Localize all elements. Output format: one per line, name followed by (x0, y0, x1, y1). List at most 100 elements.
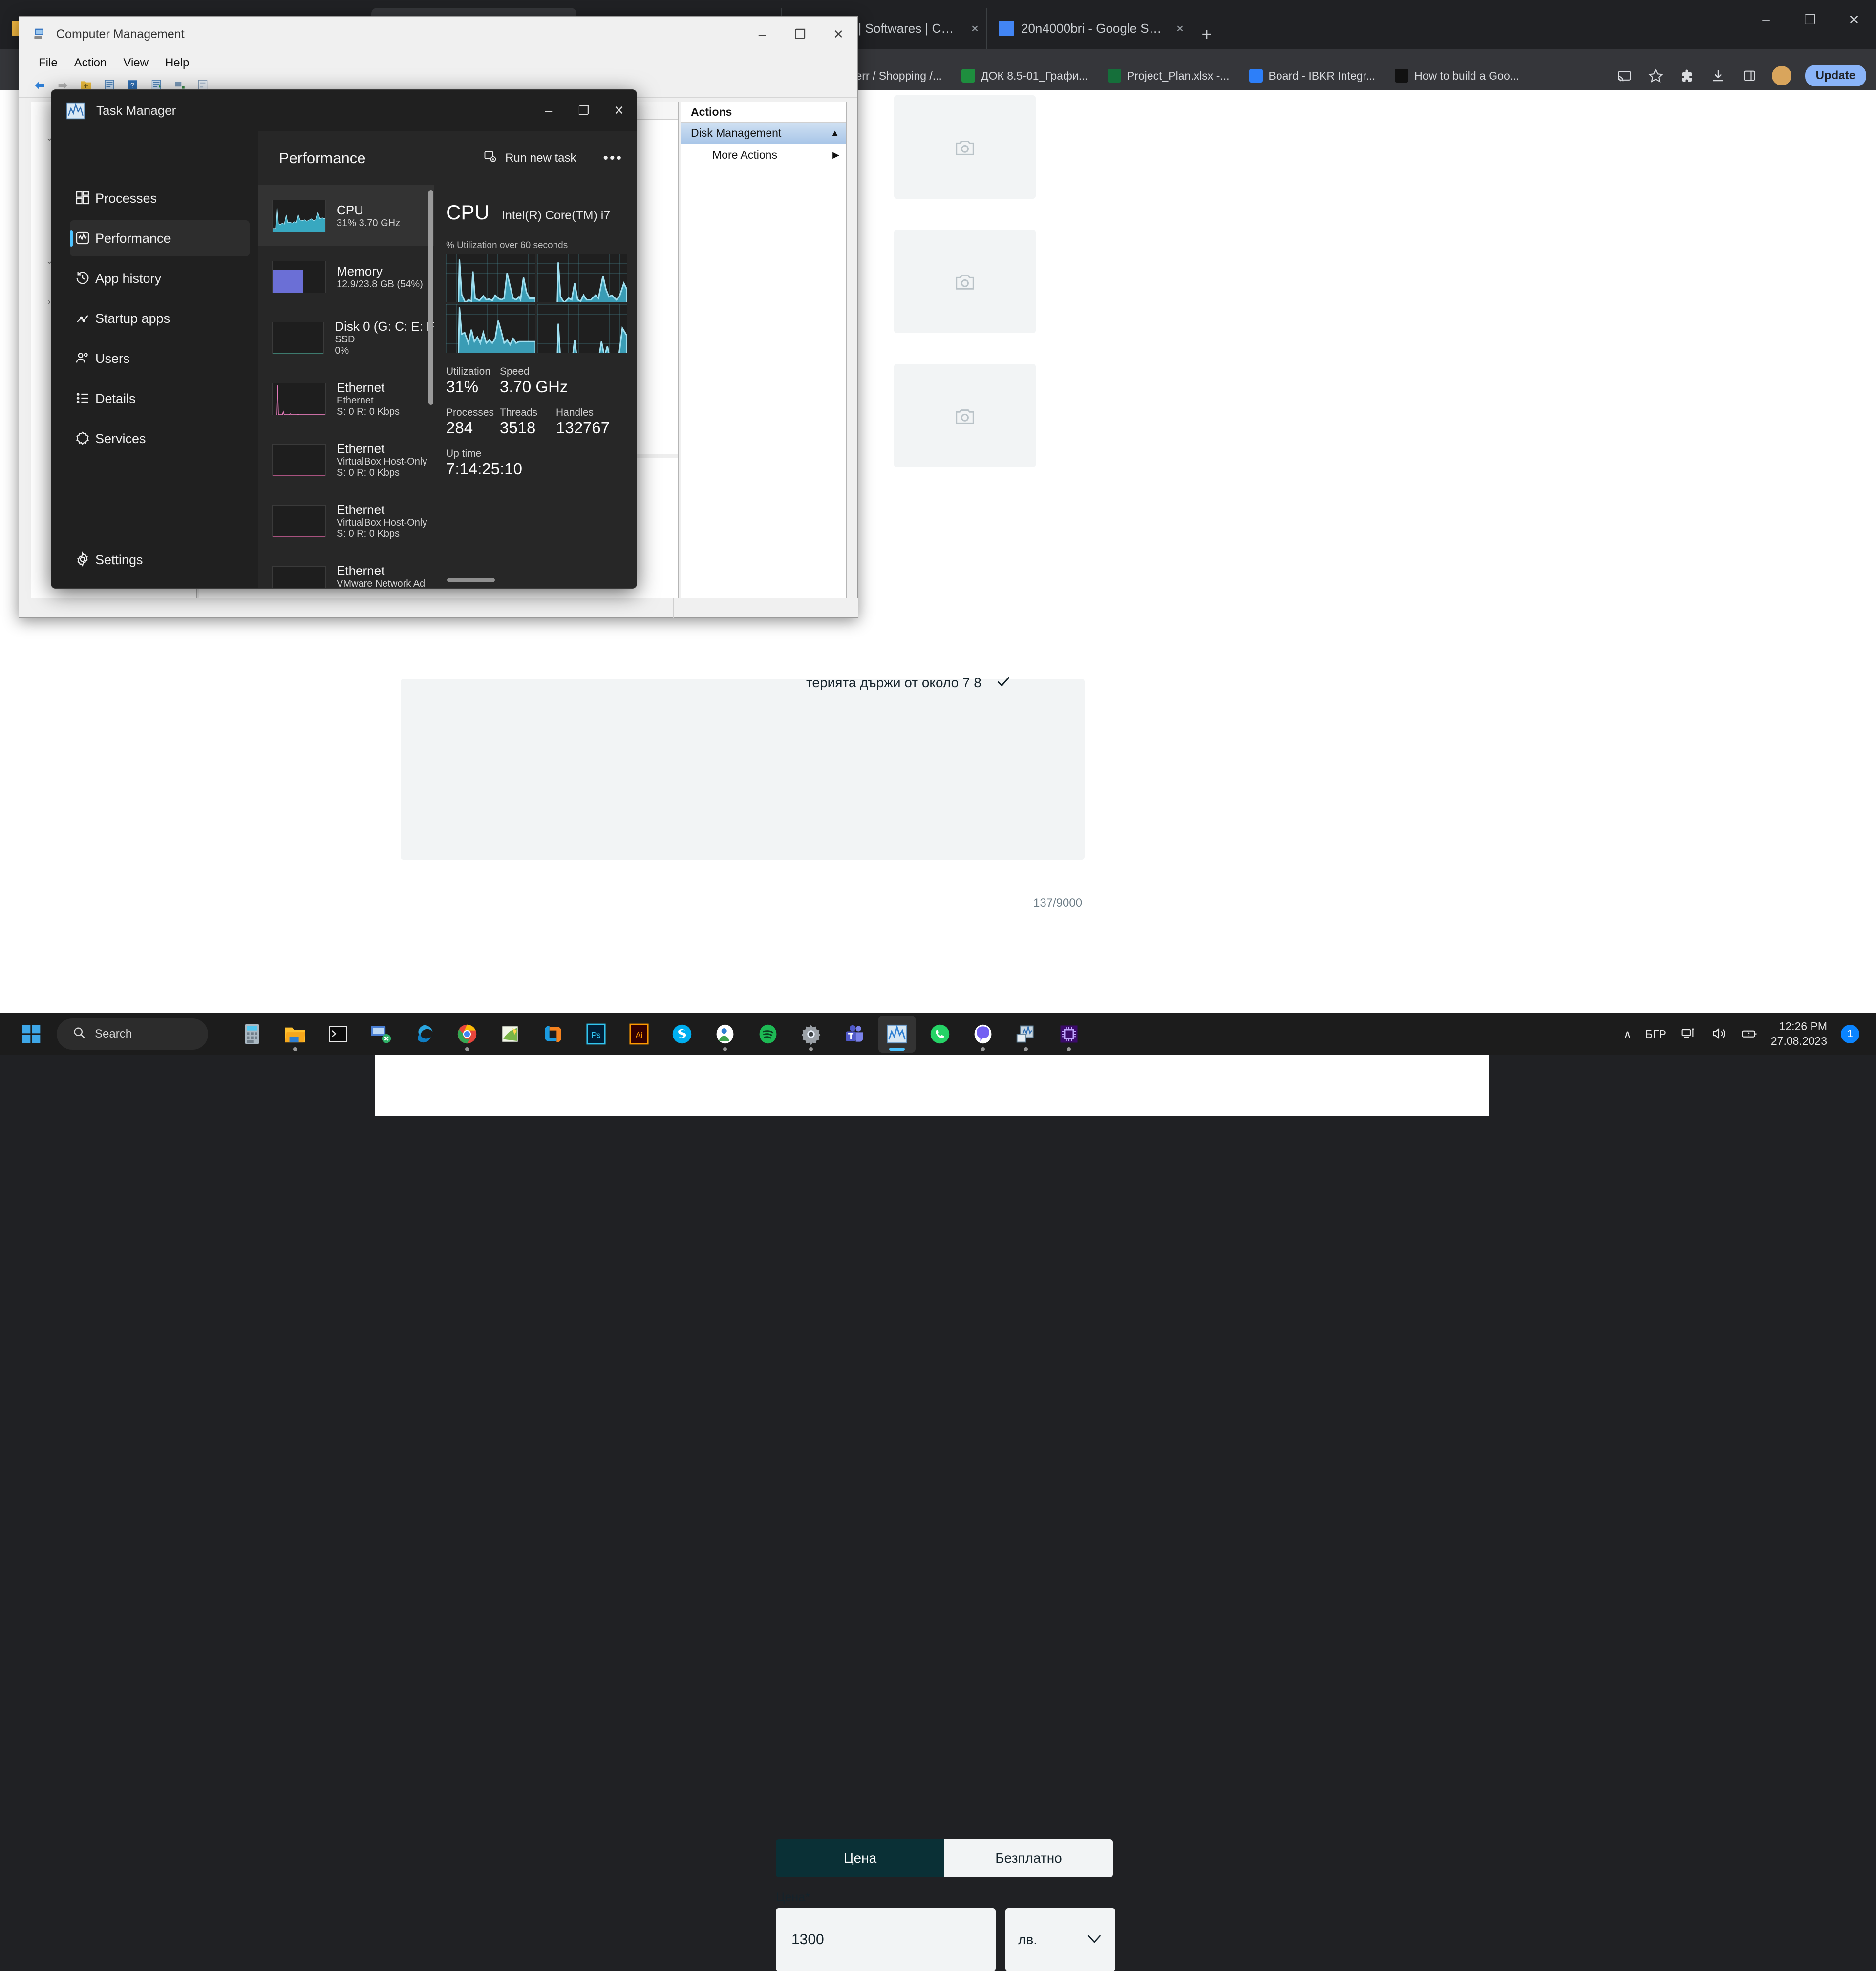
download-icon[interactable] (1709, 67, 1727, 85)
corel-icon[interactable] (491, 1016, 529, 1053)
language-indicator[interactable]: БГР (1645, 1028, 1666, 1041)
tm-minimize-button[interactable]: – (531, 91, 566, 130)
bookmark-item[interactable]: Project_Plan.xlsx -... (1108, 69, 1230, 83)
cpuz-icon[interactable] (1050, 1016, 1087, 1053)
toggle-price-button[interactable]: Цена (776, 1839, 944, 1877)
menu-action[interactable]: Action (74, 56, 107, 70)
actions-more-item[interactable]: More Actions ▶ (681, 144, 846, 166)
chevron-up-icon[interactable]: ▲ (831, 128, 839, 138)
bookmark-favicon-icon (1108, 69, 1121, 83)
chevron-right-icon[interactable]: ▶ (832, 150, 839, 160)
photoshop-icon[interactable]: Ps (577, 1016, 615, 1053)
bookmark-item[interactable]: ДОК 8.5-01_Графи... (961, 69, 1088, 83)
browser-minimize-button[interactable]: – (1744, 0, 1788, 39)
browser-tab[interactable]: 20n4000bri - Google Search× (987, 8, 1192, 49)
list-item-ethernet[interactable]: Ethernet VirtualBox Host-Only S: 0 R: 0 … (258, 429, 434, 490)
search-input[interactable]: Search (57, 1018, 208, 1050)
system-tray: ∧ БГР 12:26 PM 27.08.2023 1 (1623, 1019, 1876, 1049)
cast-icon[interactable] (1616, 67, 1633, 85)
new-tab-button[interactable]: + (1192, 20, 1221, 49)
hwmonitor-icon[interactable] (1007, 1016, 1045, 1053)
notification-badge[interactable]: 1 (1841, 1025, 1859, 1043)
bookmark-item[interactable]: How to build a Goo... (1395, 69, 1519, 83)
resource-sub1: VirtualBox Host-Only (337, 517, 427, 529)
file-explorer-icon[interactable] (277, 1016, 314, 1053)
cm-maximize-button[interactable]: ❐ (781, 17, 819, 52)
tm-maximize-button[interactable]: ❐ (566, 91, 601, 130)
tab-close-icon[interactable]: × (1176, 21, 1184, 36)
menu-file[interactable]: File (39, 56, 58, 70)
edge-icon[interactable] (405, 1016, 443, 1053)
spotify-icon[interactable] (749, 1016, 787, 1053)
skype-icon[interactable] (663, 1016, 701, 1053)
sidebar-item-users[interactable]: Users (70, 340, 250, 377)
extensions-icon[interactable] (1678, 67, 1696, 85)
menu-view[interactable]: View (123, 56, 149, 70)
viber-icon[interactable] (964, 1016, 1002, 1053)
star-icon[interactable] (1647, 67, 1664, 85)
illustrator-icon[interactable]: Ai (620, 1016, 658, 1053)
sidebar-item-services[interactable]: Services (70, 421, 250, 457)
photo-upload-cell[interactable] (894, 95, 1036, 199)
run-new-task-button[interactable]: Run new task (483, 149, 576, 167)
network-icon[interactable] (1680, 1026, 1697, 1042)
tray-chevron-up-icon[interactable]: ∧ (1623, 1028, 1632, 1041)
tab-close-icon[interactable]: × (971, 21, 979, 36)
sidebar-item-performance[interactable]: Performance (70, 220, 250, 256)
cm-minimize-button[interactable]: – (743, 17, 781, 52)
sidebar-icon[interactable] (1741, 67, 1758, 85)
ethernet-thumbnail (272, 383, 326, 415)
photo-upload-cell[interactable] (894, 230, 1036, 333)
sidebar-item-app-history[interactable]: App history (70, 260, 250, 297)
performance-list-scrollbar[interactable] (428, 190, 433, 405)
cpu-core-graph (446, 254, 535, 302)
list-item-ethernet[interactable]: Ethernet VMware Network Ad S: 0 R: 0 Kbp… (258, 551, 434, 589)
chrome-icon[interactable] (448, 1016, 486, 1053)
cm-window-title: Computer Management (56, 27, 185, 42)
tm-close-button[interactable]: ✕ (601, 91, 637, 130)
more-options-button[interactable]: ••• (591, 150, 623, 167)
price-input[interactable]: 1300 (776, 1908, 996, 1971)
sidebar-item-settings[interactable]: Settings (70, 542, 250, 578)
toggle-free-button[interactable]: Безплатно (944, 1839, 1113, 1877)
sidebar-item-startup-apps[interactable]: Startup apps (70, 300, 250, 337)
avatar[interactable] (1772, 66, 1791, 85)
bookmark-item[interactable]: Board - IBKR Integr... (1249, 69, 1376, 83)
list-item-ethernet[interactable]: Ethernet VirtualBox Host-Only S: 0 R: 0 … (258, 490, 434, 551)
whatsapp-icon[interactable] (921, 1016, 959, 1053)
actions-disk-management-item[interactable]: Disk Management ▲ (681, 123, 846, 144)
list-item-ethernet[interactable]: Ethernet Ethernet S: 0 R: 0 Kbps (258, 368, 434, 429)
back-icon[interactable] (32, 79, 48, 93)
update-button[interactable]: Update (1805, 65, 1866, 86)
cm-titlebar: Computer Management – ❐ ✕ (19, 17, 857, 52)
remote-desktop-icon[interactable] (362, 1016, 400, 1053)
task-manager-icon[interactable] (878, 1016, 916, 1053)
clock-time: 12:26 PM (1771, 1019, 1827, 1034)
list-item-memory[interactable]: Memory 12.9/23.8 GB (54%) (258, 246, 434, 307)
terminal-icon[interactable] (320, 1016, 357, 1053)
tm-horizontal-scrollbar[interactable] (447, 578, 495, 582)
list-item-cpu[interactable]: CPU 31% 3.70 GHz (258, 185, 434, 246)
sidebar-item-details[interactable]: Details (70, 381, 250, 417)
lucid-icon[interactable] (534, 1016, 572, 1053)
teams-icon[interactable] (835, 1016, 873, 1053)
clock[interactable]: 12:26 PM 27.08.2023 (1771, 1019, 1827, 1049)
currency-select[interactable]: лв. (1005, 1908, 1115, 1971)
description-textarea[interactable] (401, 679, 1085, 860)
menu-help[interactable]: Help (165, 56, 189, 70)
settings-icon[interactable] (792, 1016, 830, 1053)
svg-text:?: ? (130, 81, 134, 89)
photo-upload-cell[interactable] (894, 364, 1036, 467)
volume-icon[interactable] (1710, 1026, 1727, 1042)
handles-label: Handles (556, 407, 610, 419)
battery-icon[interactable] (1741, 1026, 1757, 1042)
browser-close-button[interactable]: ✕ (1832, 0, 1876, 39)
cm-close-button[interactable]: ✕ (819, 17, 857, 52)
sidebar-item-processes[interactable]: Processes (70, 180, 250, 216)
list-item-disk0[interactable]: Disk 0 (G: C: E: F SSD 0% (258, 307, 434, 368)
calculator-icon[interactable] (234, 1016, 271, 1053)
windows-start-icon[interactable] (13, 1016, 50, 1053)
browser-maximize-button[interactable]: ❐ (1788, 0, 1832, 39)
contacts-icon[interactable] (706, 1016, 744, 1053)
gear-icon (75, 551, 91, 568)
